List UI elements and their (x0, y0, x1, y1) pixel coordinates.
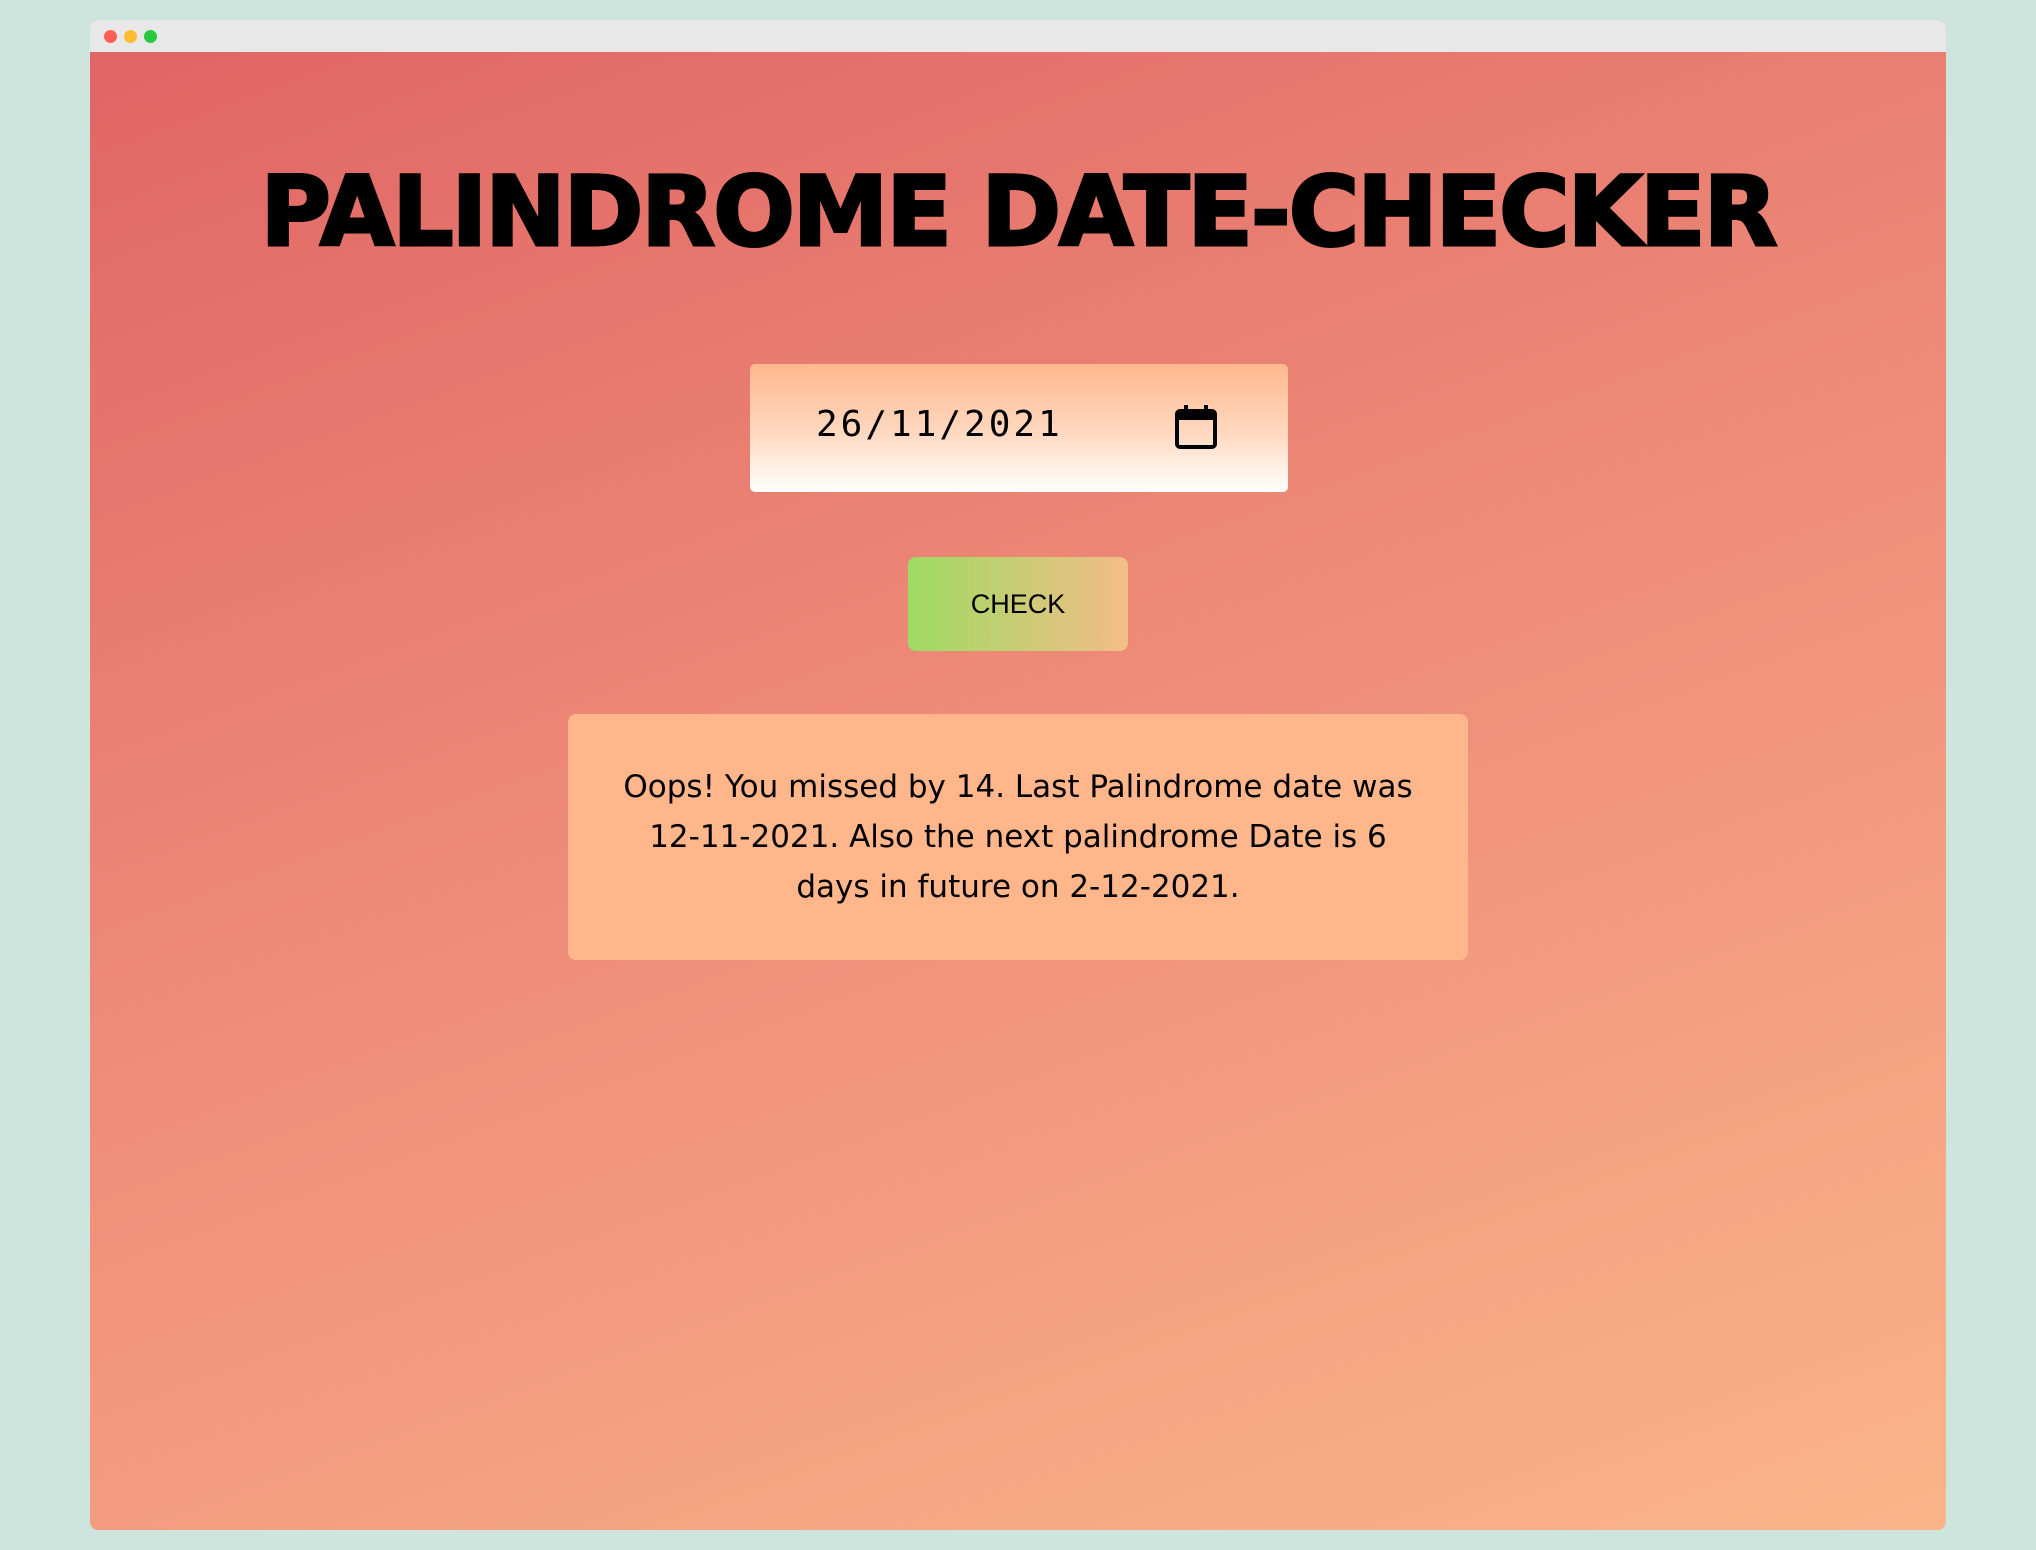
calendar-icon[interactable] (1174, 404, 1218, 450)
check-button[interactable]: CHECK (908, 557, 1128, 651)
date-input[interactable]: 26/11/2021 (750, 364, 1288, 492)
result-message: Oops! You missed by 14. Last Palindrome … (623, 769, 1413, 905)
close-window-icon[interactable] (104, 30, 117, 43)
page-title: PALINDROME DATE-CHECKER (259, 155, 1779, 270)
minimize-window-icon[interactable] (124, 30, 137, 43)
date-input-value: 26/11/2021 (816, 404, 1063, 445)
maximize-window-icon[interactable] (144, 30, 157, 43)
result-box: Oops! You missed by 14. Last Palindrome … (568, 714, 1468, 960)
browser-window: PALINDROME DATE-CHECKER 26/11/2021 CHECK… (90, 20, 1946, 1530)
window-titlebar (90, 20, 1946, 52)
